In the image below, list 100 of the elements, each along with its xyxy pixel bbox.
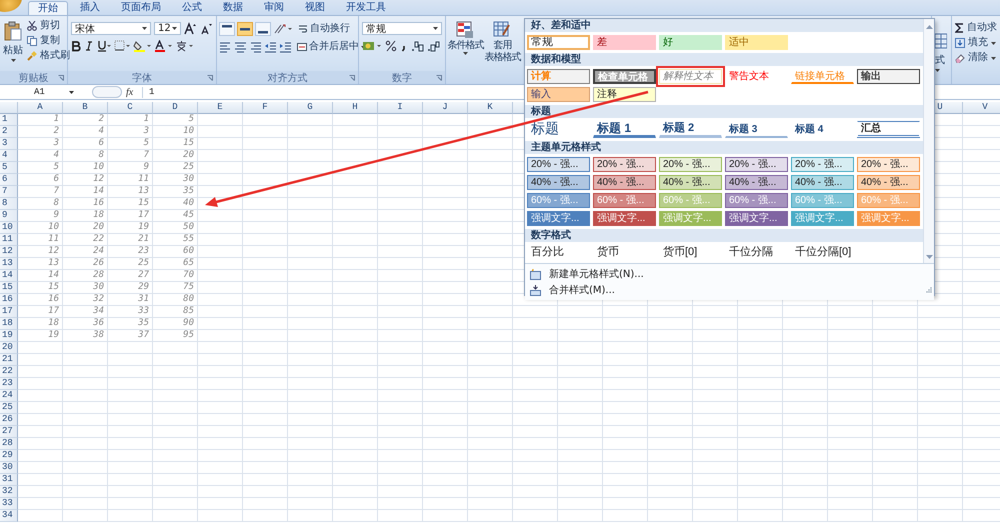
cell-style-tile[interactable]: 40% - 强... xyxy=(659,175,722,190)
shrink-font-icon[interactable] xyxy=(200,22,213,35)
cell-style-tile[interactable]: 输出 xyxy=(857,69,920,84)
column-header[interactable]: I xyxy=(378,102,423,114)
row-header[interactable]: 13 xyxy=(0,258,18,270)
ribbon-tab[interactable]: 审阅 xyxy=(255,1,293,15)
name-box[interactable]: A1 xyxy=(0,87,88,97)
cell-style-tile[interactable]: 40% - 强... xyxy=(857,175,920,190)
column-header[interactable]: J xyxy=(423,102,468,114)
underline-icon[interactable] xyxy=(97,40,111,52)
format-painter-button[interactable]: 格式刷 xyxy=(27,50,70,62)
row-header[interactable]: 22 xyxy=(0,366,18,378)
cell-style-tile[interactable]: 20% - 强... xyxy=(857,157,920,172)
column-header[interactable]: H xyxy=(333,102,378,114)
cell-style-tile[interactable]: 强调文字... xyxy=(593,211,656,226)
cell-style-tile[interactable]: 40% - 强... xyxy=(527,175,590,190)
ribbon-tab[interactable]: 数据 xyxy=(214,1,252,15)
row-header[interactable]: 4 xyxy=(0,150,18,162)
font-name-dropdown[interactable]: 宋体 xyxy=(71,22,151,35)
cell-style-tile[interactable]: 输入 xyxy=(527,87,590,102)
column-header[interactable]: D xyxy=(153,102,198,114)
cell-style-tile[interactable]: 百分比 xyxy=(527,245,590,260)
column-header[interactable]: C xyxy=(108,102,153,114)
row-header[interactable]: 27 xyxy=(0,426,18,438)
row-header[interactable]: 28 xyxy=(0,438,18,450)
cell-style-tile[interactable]: 千位分隔 xyxy=(725,245,788,260)
ribbon-tab[interactable]: 开始 xyxy=(28,1,68,15)
cell-style-tile[interactable]: 强调文字... xyxy=(725,211,788,226)
fill-button[interactable]: 填充 xyxy=(955,37,998,49)
cell-style-tile[interactable]: 千位分隔[0] xyxy=(791,245,854,260)
ribbon-tab[interactable]: 公式 xyxy=(173,1,211,15)
column-header[interactable]: G xyxy=(288,102,333,114)
cell-style-tile[interactable]: 好 xyxy=(659,35,722,50)
bold-icon[interactable] xyxy=(71,40,81,52)
cell-style-tile[interactable]: 适中 xyxy=(725,35,788,50)
text-align-icon[interactable] xyxy=(219,41,232,53)
ribbon-tab[interactable]: 视图 xyxy=(296,1,334,15)
row-header[interactable]: 9 xyxy=(0,210,18,222)
decrease-indent-icon[interactable] xyxy=(264,41,277,53)
scroll-down-icon[interactable] xyxy=(926,255,932,259)
menu-item[interactable]: 新建单元格样式(N)... xyxy=(525,266,934,282)
cell-style-tile[interactable]: 差 xyxy=(593,35,656,50)
row-header[interactable]: 32 xyxy=(0,486,18,498)
cell-style-tile[interactable]: 40% - 强... xyxy=(791,175,854,190)
wrap-text-button[interactable]: 自动换行 xyxy=(298,23,350,35)
row-header[interactable]: 6 xyxy=(0,174,18,186)
cell-style-tile[interactable]: 货币[0] xyxy=(659,245,722,260)
row-header[interactable]: 24 xyxy=(0,390,18,402)
vertical-align-icon[interactable] xyxy=(237,22,253,36)
ribbon-tab[interactable]: 插入 xyxy=(71,1,109,15)
cell-style-tile[interactable]: 20% - 强... xyxy=(791,157,854,172)
insert-function-button[interactable]: fx xyxy=(126,86,143,98)
column-header[interactable]: K xyxy=(468,102,513,114)
cell-style-tile[interactable]: 解释性文本 xyxy=(659,69,722,84)
cell-style-tile[interactable]: 标题 3 xyxy=(725,121,788,138)
row-header[interactable]: 18 xyxy=(0,318,18,330)
cell-style-tile[interactable]: 20% - 强... xyxy=(659,157,722,172)
row-header[interactable]: 30 xyxy=(0,462,18,474)
scrollbar[interactable] xyxy=(923,19,934,263)
row-header[interactable]: 23 xyxy=(0,378,18,390)
phonetic-guide-icon[interactable] xyxy=(175,40,193,52)
column-header[interactable]: E xyxy=(198,102,243,114)
dialog-launcher-icon[interactable] xyxy=(207,75,213,81)
row-header[interactable]: 5 xyxy=(0,162,18,174)
row-header[interactable]: 7 xyxy=(0,186,18,198)
column-header[interactable]: B xyxy=(63,102,108,114)
grow-font-icon[interactable] xyxy=(184,22,197,35)
column-header[interactable]: A xyxy=(18,102,63,114)
row-header[interactable]: 29 xyxy=(0,450,18,462)
cell-style-tile[interactable]: 40% - 强... xyxy=(725,175,788,190)
row-header[interactable]: 21 xyxy=(0,354,18,366)
fill-color-icon[interactable] xyxy=(133,40,151,52)
row-header[interactable]: 10 xyxy=(0,222,18,234)
cell-style-tile[interactable]: 警告文本 xyxy=(725,69,788,84)
row-header[interactable]: 11 xyxy=(0,234,18,246)
dialog-launcher-icon[interactable] xyxy=(58,75,64,81)
format-as-table-button[interactable]: 套用 表格格式 xyxy=(484,19,520,84)
percent-icon[interactable] xyxy=(385,40,397,52)
row-header[interactable]: 33 xyxy=(0,498,18,510)
row-header[interactable]: 12 xyxy=(0,246,18,258)
dialog-launcher-icon[interactable] xyxy=(436,75,442,81)
scroll-up-icon[interactable] xyxy=(926,25,932,29)
vertical-align-icon[interactable] xyxy=(219,22,235,36)
row-header[interactable]: 8 xyxy=(0,198,18,210)
borders-icon[interactable] xyxy=(114,40,130,52)
row-header[interactable]: 15 xyxy=(0,282,18,294)
dialog-launcher-icon[interactable] xyxy=(349,75,355,81)
copy-button[interactable]: 复制 xyxy=(27,35,70,47)
decrease-decimal-icon[interactable] xyxy=(427,40,440,52)
row-header[interactable]: 2 xyxy=(0,126,18,138)
increase-indent-icon[interactable] xyxy=(279,41,292,53)
paste-button[interactable]: 粘贴 xyxy=(3,19,23,71)
resize-grip-icon[interactable] xyxy=(925,286,932,293)
cut-button[interactable]: 剪切 xyxy=(27,20,70,32)
row-header[interactable]: 3 xyxy=(0,138,18,150)
cell-style-tile[interactable]: 20% - 强... xyxy=(725,157,788,172)
column-header[interactable]: F xyxy=(243,102,288,114)
row-header[interactable]: 17 xyxy=(0,306,18,318)
number-format-dropdown[interactable]: 常规 xyxy=(362,22,442,35)
row-header[interactable]: 16 xyxy=(0,294,18,306)
